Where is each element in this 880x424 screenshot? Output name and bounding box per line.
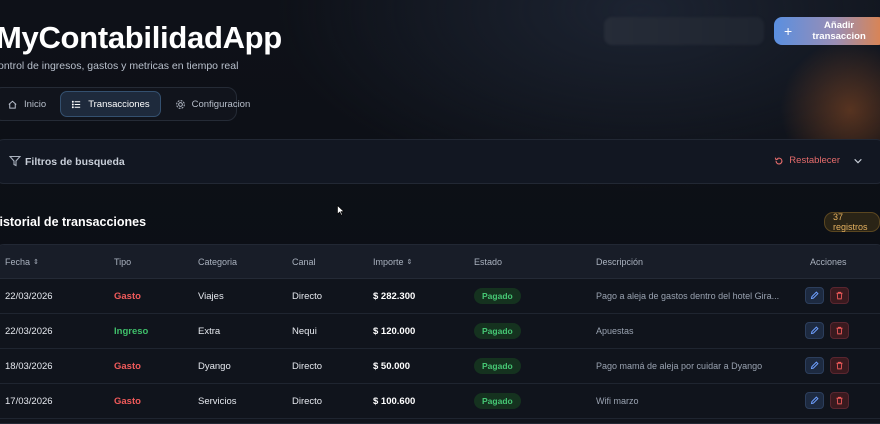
status-badge: Pagado [474, 393, 521, 409]
cell-tipo: Gasto [114, 291, 141, 302]
cell-canal: Nequi [292, 326, 317, 337]
gear-icon [175, 99, 185, 109]
pencil-icon [810, 326, 819, 335]
tab-transacciones-label: Transacciones [88, 98, 150, 110]
reset-filters-label: Restablecer [789, 155, 840, 166]
pencil-icon [810, 396, 819, 405]
cell-importe: $ 120.000 [373, 326, 416, 337]
list-icon [72, 100, 81, 108]
cell-tipo: Gasto [114, 396, 141, 407]
cell-canal: Directo [292, 396, 323, 407]
records-count-badge: 37 registros [824, 212, 880, 232]
delete-button[interactable] [830, 392, 849, 409]
column-header-label: Descripción [596, 257, 644, 267]
cell-descripcion: Pago mamá de aleja por cuidar a Dyango [596, 361, 763, 371]
home-icon [8, 100, 17, 109]
trash-icon [836, 361, 843, 370]
add-transaction-button[interactable]: + Añadir transaccion [774, 17, 880, 45]
cell-importe: $ 100.600 [373, 396, 416, 407]
column-header-label: Estado [474, 257, 503, 267]
edit-button[interactable] [805, 357, 824, 374]
cell-tipo: Ingreso [114, 326, 149, 337]
filters-title: Filtros de busqueda [25, 156, 125, 168]
table-row[interactable]: 22/03/2026 Gasto Viajes Directo $ 282.30… [0, 278, 880, 314]
filters-panel[interactable]: Filtros de busqueda Restablecer [0, 139, 880, 184]
transactions-table: Fecha ⇕ Tipo Categoria Canal Importe ⇕ E… [0, 244, 880, 424]
column-header-label: Canal [292, 257, 316, 267]
column-header-label: Importe [373, 257, 404, 267]
pencil-icon [810, 361, 819, 370]
tab-inicio[interactable]: Inicio [0, 91, 56, 117]
trash-icon [836, 291, 843, 300]
column-header-label: Acciones [810, 257, 847, 267]
column-header-estado: Estado [474, 257, 502, 267]
add-transaction-label: Añadir transaccion [812, 20, 866, 42]
edit-button[interactable] [805, 392, 824, 409]
column-header-tipo: Tipo [114, 257, 131, 267]
search-input[interactable] [604, 17, 764, 45]
status-badge: Pagado [474, 358, 521, 374]
cell-descripcion: Pago a aleja de gastos dentro del hotel … [596, 291, 780, 301]
delete-button[interactable] [830, 322, 849, 339]
tab-transacciones[interactable]: Transacciones [60, 91, 161, 117]
delete-button[interactable] [830, 357, 849, 374]
cell-categoria: Viajes [198, 291, 224, 302]
cell-categoria: Dyango [198, 361, 231, 372]
tab-configuracion[interactable]: Configuracion [165, 91, 261, 117]
cell-canal: Directo [292, 291, 323, 302]
tab-configuracion-label: Configuracion [191, 98, 251, 110]
table-row[interactable]: 22/03/2026 Ingreso Extra Nequi $ 120.000… [0, 313, 880, 349]
main-nav: Inicio Transacciones Configuracion [0, 87, 250, 121]
column-header-label: Fecha [5, 257, 31, 267]
cell-importe: $ 282.300 [373, 291, 416, 302]
delete-button[interactable] [830, 287, 849, 304]
mouse-cursor-icon [337, 205, 345, 216]
cell-descripcion: Apuestas [596, 326, 634, 336]
table-header: Fecha ⇕ Tipo Categoria Canal Importe ⇕ E… [0, 245, 880, 279]
column-header-fecha[interactable]: Fecha ⇕ [5, 257, 39, 267]
reset-icon [775, 156, 783, 164]
cell-categoria: Extra [198, 326, 221, 337]
column-header-importe[interactable]: Importe ⇕ [373, 257, 412, 267]
column-header-label: Categoria [198, 257, 238, 267]
cell-descripcion: Wifi marzo [596, 396, 639, 406]
sort-icon: ⇕ [406, 259, 413, 266]
cell-canal: Directo [292, 361, 323, 372]
cell-tipo: Gasto [114, 361, 141, 372]
chevron-down-icon[interactable] [853, 156, 863, 166]
edit-button[interactable] [805, 322, 824, 339]
status-badge: Pagado [474, 288, 521, 304]
cell-fecha: 18/03/2026 [5, 361, 53, 372]
app-title: MyContabilidadApp [0, 20, 282, 55]
history-title: listorial de transacciones [0, 215, 147, 229]
cell-importe: $ 50.000 [373, 361, 410, 372]
reset-filters-button[interactable]: Restablecer [774, 155, 863, 166]
column-header-label: Tipo [114, 257, 132, 267]
edit-button[interactable] [805, 287, 824, 304]
plus-icon: + [784, 23, 793, 39]
trash-icon [836, 326, 843, 335]
cell-fecha: 17/03/2026 [5, 396, 53, 407]
sort-icon: ⇕ [33, 259, 39, 266]
trash-icon [836, 396, 843, 405]
app-subtitle: ontrol de ingresos, gastos y metricas en… [0, 60, 239, 72]
column-header-descripcion: Descripción [596, 257, 643, 267]
table-row[interactable]: 17/03/2026 Gasto Servicios Directo $ 100… [0, 383, 880, 419]
cell-fecha: 22/03/2026 [5, 326, 53, 337]
tab-inicio-label: Inicio [24, 98, 47, 110]
column-header-acciones: Acciones [810, 257, 847, 267]
pencil-icon [810, 291, 819, 300]
table-row[interactable]: 18/03/2026 Gasto Dyango Directo $ 50.000… [0, 348, 880, 384]
status-badge: Pagado [474, 323, 521, 339]
column-header-categoria: Categoria [198, 257, 237, 267]
cell-fecha: 22/03/2026 [5, 291, 53, 302]
column-header-canal: Canal [292, 257, 316, 267]
filter-icon [9, 155, 21, 167]
cell-categoria: Servicios [198, 396, 237, 407]
